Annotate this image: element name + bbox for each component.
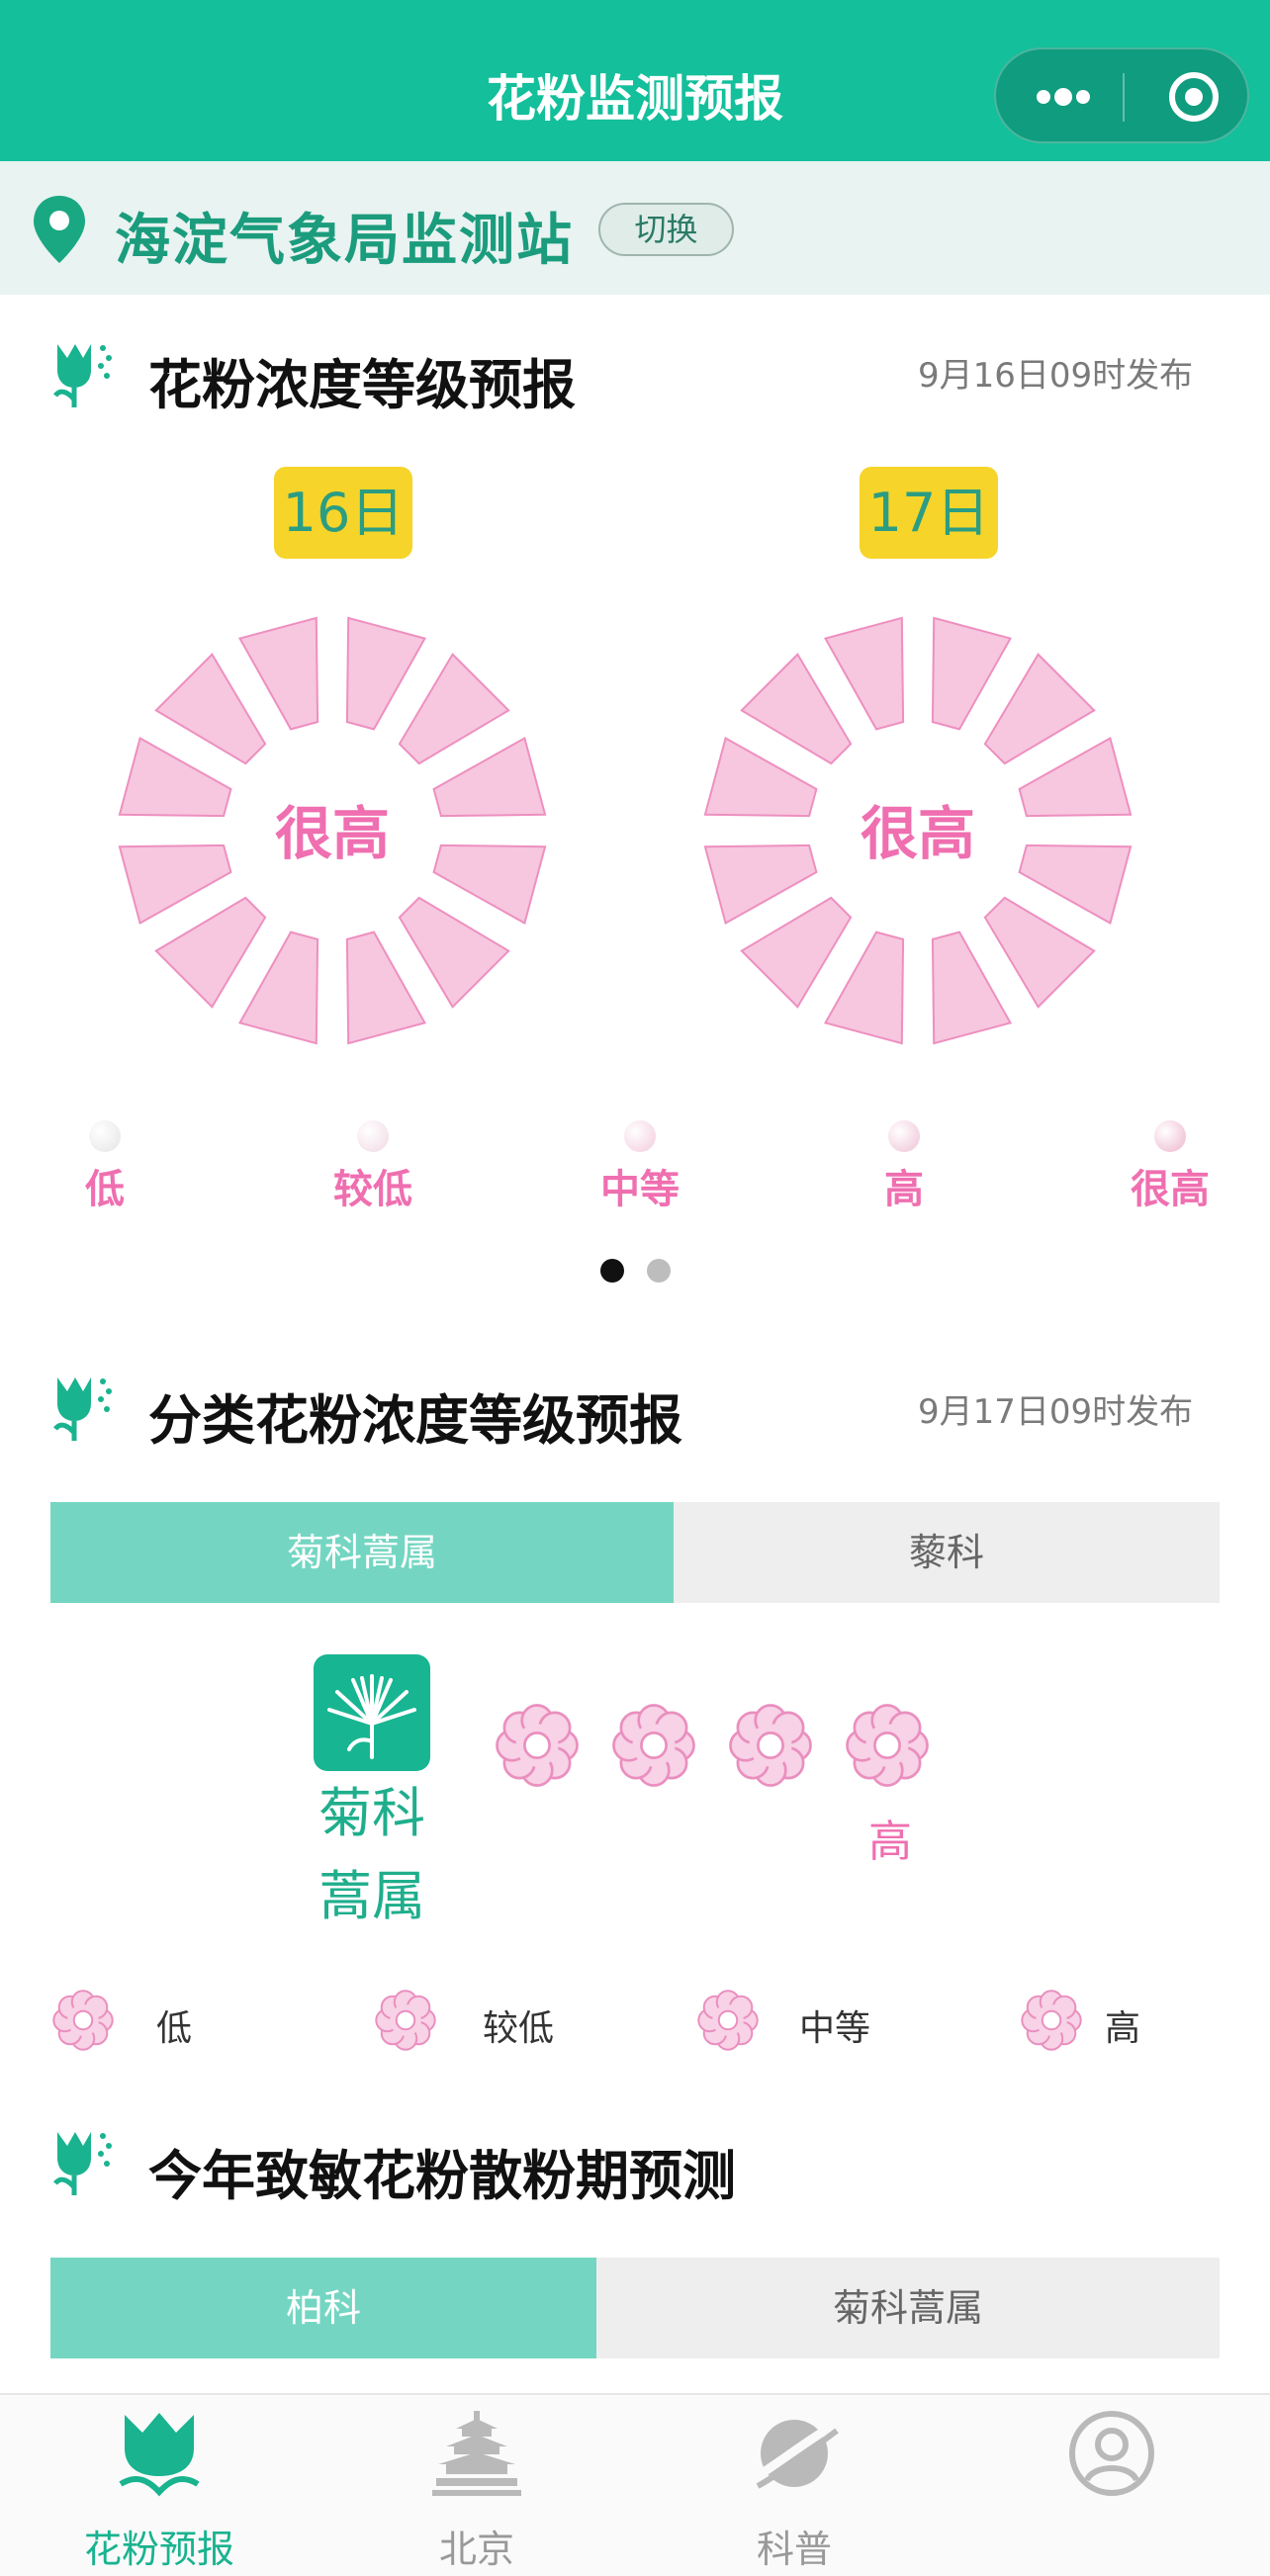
legend-flower-lower [373, 1988, 438, 2053]
burst-petal [823, 931, 905, 1045]
burst-petal [237, 616, 319, 731]
mini-program-capsule [994, 47, 1249, 143]
burst-petal [983, 896, 1096, 1009]
nav-label-beijing[interactable]: 北京 [368, 2519, 586, 2573]
legend-label-medium: 中等 [799, 2008, 871, 2049]
season-section-title: 今年致敏花粉散粉期预测 [148, 2145, 736, 2207]
plant-name-line2: 蒿属 [318, 1865, 425, 1927]
legend-dot-low [89, 1120, 121, 1152]
legend-label-lower: 较低 [483, 2008, 555, 2049]
more-icon[interactable] [1016, 69, 1107, 125]
burst-petal [740, 896, 853, 1009]
burst-petal [345, 616, 427, 731]
day-badge-17: 17日 [860, 467, 998, 559]
burst-petal [398, 653, 510, 765]
plant-name-line1: 菊科 [318, 1782, 425, 1844]
location-pin-icon [30, 194, 89, 265]
burst-petal [931, 616, 1013, 731]
close-icon[interactable] [1144, 69, 1235, 125]
burst-petal [983, 653, 1096, 765]
temple-of-heaven-icon[interactable] [432, 2409, 521, 2498]
legend-dot-medium [624, 1120, 656, 1152]
burst-petal [931, 931, 1013, 1045]
level-flower [609, 1701, 698, 1790]
burst-petal [740, 653, 853, 765]
nav-label-pollen[interactable]: 花粉预报 [50, 2519, 268, 2573]
legend-label-low: 低 [156, 2008, 193, 2049]
forecast-section-title: 花粉浓度等级预报 [148, 354, 576, 416]
forecast-publish-time: 9月16日09时发布 [918, 356, 1194, 396]
burst-petal [154, 653, 267, 765]
pollen-flower-icon [47, 1370, 117, 1444]
level-flower [493, 1701, 582, 1790]
legend-label-medium: 中等 [600, 1167, 680, 1212]
tab-chenopodiaceae[interactable]: 藜科 [674, 1502, 1220, 1603]
category-publish-time: 9月17日09时发布 [918, 1392, 1194, 1432]
user-profile-icon[interactable] [1067, 2409, 1156, 2498]
burst-petal [154, 896, 267, 1009]
legend-flower-low [50, 1988, 116, 2053]
tab-cupressaceae[interactable]: 柏科 [50, 2258, 596, 2358]
legend-label-very-high: 很高 [1131, 1167, 1210, 1212]
pollen-flower-icon [47, 2124, 117, 2198]
category-section-title: 分类花粉浓度等级预报 [148, 1389, 682, 1452]
legend-label-low: 低 [85, 1167, 125, 1212]
planet-icon[interactable] [750, 2409, 839, 2498]
level-flower [843, 1701, 932, 1790]
day17-level-label: 很高 [860, 800, 975, 867]
tulip-icon[interactable] [115, 2409, 204, 2498]
carousel-dot-active[interactable] [600, 1259, 624, 1283]
burst-petal [823, 616, 905, 731]
plant-level-label: 高 [868, 1817, 912, 1867]
station-name: 海淀气象局监测站 [115, 209, 574, 273]
legend-flower-medium [695, 1988, 761, 2053]
burst-petal [345, 931, 427, 1045]
chrysanthemum-icon [314, 1654, 430, 1771]
nav-label-science[interactable]: 科普 [685, 2519, 903, 2573]
legend-dot-lower [357, 1120, 389, 1152]
legend-flower-high [1019, 1988, 1084, 2053]
switch-station-button[interactable]: 切换 [598, 203, 734, 256]
legend-dot-very-high [1154, 1120, 1186, 1152]
burst-petal [398, 896, 510, 1009]
day16-level-label: 很高 [274, 800, 390, 867]
burst-petal [237, 931, 319, 1045]
day-badge-16: 16日 [274, 467, 412, 559]
tab-compositae-artemisia-season[interactable]: 菊科蒿属 [596, 2258, 1220, 2358]
legend-label-high: 高 [884, 1167, 924, 1212]
legend-label-high: 高 [1105, 2008, 1141, 2049]
tab-compositae-artemisia[interactable]: 菊科蒿属 [50, 1502, 674, 1603]
legend-dot-high [888, 1120, 920, 1152]
pollen-flower-icon [47, 336, 117, 410]
level-flower [726, 1701, 815, 1790]
legend-label-lower: 较低 [333, 1167, 412, 1212]
carousel-dot[interactable] [647, 1259, 671, 1283]
